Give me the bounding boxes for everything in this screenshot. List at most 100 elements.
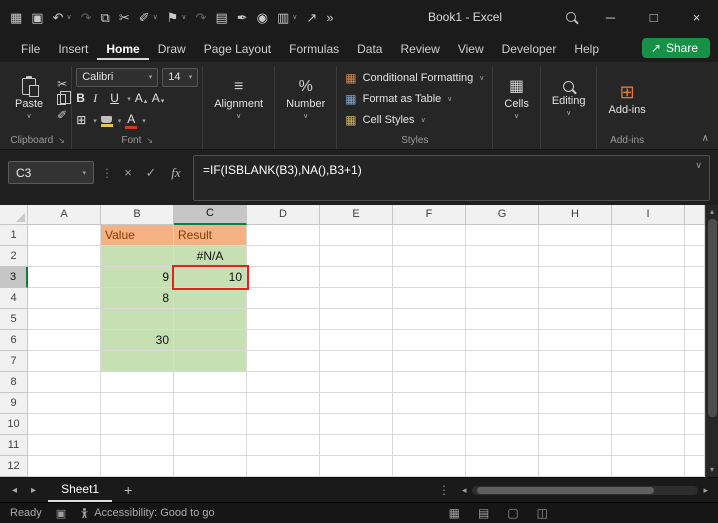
cell-D6[interactable] bbox=[247, 330, 320, 351]
cell-E1[interactable] bbox=[320, 225, 393, 246]
cell-D8[interactable] bbox=[247, 372, 320, 393]
tab-file[interactable]: File bbox=[12, 36, 49, 60]
cell-E4[interactable] bbox=[320, 288, 393, 309]
column-header-F[interactable]: F bbox=[393, 205, 466, 225]
highlighter-icon-dropdown[interactable]: ∨ bbox=[181, 13, 186, 21]
display-settings-icon[interactable]: ▦ bbox=[449, 507, 460, 519]
cell-D7[interactable] bbox=[247, 351, 320, 372]
cell-G11[interactable] bbox=[466, 435, 539, 456]
cell-H6[interactable] bbox=[539, 330, 612, 351]
cell-C2[interactable]: #N/A bbox=[174, 246, 247, 267]
cell-G12[interactable] bbox=[466, 456, 539, 477]
cell-E9[interactable] bbox=[320, 393, 393, 414]
column-header-B[interactable]: B bbox=[101, 205, 174, 225]
redo-icon[interactable]: ↷ bbox=[81, 11, 92, 24]
cells-button[interactable]: ▦ Cells ∨ bbox=[497, 77, 535, 122]
borders-button[interactable]: ⊞ bbox=[76, 114, 89, 127]
cell-C9[interactable] bbox=[174, 393, 247, 414]
cell-G8[interactable] bbox=[466, 372, 539, 393]
hscroll-thumb[interactable] bbox=[476, 486, 654, 494]
ink-pen-icon[interactable]: ✒ bbox=[237, 11, 248, 24]
cell-G3[interactable] bbox=[466, 267, 539, 288]
cancel-icon[interactable]: × bbox=[120, 165, 136, 180]
cell-A5[interactable] bbox=[28, 309, 101, 330]
highlighter-icon[interactable]: ⚑ bbox=[167, 11, 179, 24]
font-color-button[interactable]: A bbox=[125, 113, 138, 129]
format-painter-button[interactable]: ✐ bbox=[57, 109, 67, 121]
cell-B7[interactable] bbox=[101, 351, 174, 372]
save-icon[interactable]: ▣ bbox=[31, 11, 43, 24]
cell-F9[interactable] bbox=[393, 393, 466, 414]
font-color-dropdown-icon[interactable]: ▾ bbox=[142, 117, 146, 125]
cell-C7[interactable] bbox=[174, 351, 247, 372]
sheet-nav-right-icon[interactable]: ▸ bbox=[25, 485, 42, 496]
cell-H9[interactable] bbox=[539, 393, 612, 414]
horizontal-scrollbar[interactable]: ◂ ▸ bbox=[460, 485, 710, 496]
minimize-button[interactable]: ─ bbox=[589, 0, 632, 34]
tab-view[interactable]: View bbox=[449, 36, 493, 60]
record-macro-icon[interactable]: ▣ bbox=[56, 507, 66, 520]
tab-draw[interactable]: Draw bbox=[149, 36, 195, 60]
tab-review[interactable]: Review bbox=[391, 36, 448, 60]
cell-A6[interactable] bbox=[28, 330, 101, 351]
more-commands-icon[interactable]: » bbox=[326, 11, 333, 24]
scroll-up-arrow-icon[interactable]: ▴ bbox=[710, 205, 714, 219]
cell-G10[interactable] bbox=[466, 414, 539, 435]
row-header-2[interactable]: 2 bbox=[0, 246, 28, 267]
cell-G2[interactable] bbox=[466, 246, 539, 267]
app-grid-icon[interactable]: ▦ bbox=[10, 11, 22, 24]
cell-D10[interactable] bbox=[247, 414, 320, 435]
cell-B9[interactable] bbox=[101, 393, 174, 414]
underline-button[interactable]: U bbox=[110, 92, 123, 105]
camera-icon[interactable]: ◉ bbox=[257, 11, 268, 24]
scroll-down-arrow-icon[interactable]: ▾ bbox=[710, 463, 714, 477]
cell-D11[interactable] bbox=[247, 435, 320, 456]
row-header-6[interactable]: 6 bbox=[0, 330, 28, 351]
cell-H11[interactable] bbox=[539, 435, 612, 456]
font-family-select[interactable]: Calibri ▾ bbox=[76, 67, 159, 87]
cell-G7[interactable] bbox=[466, 351, 539, 372]
cell-A10[interactable] bbox=[28, 414, 101, 435]
row-header-1[interactable]: 1 bbox=[0, 225, 28, 246]
fill-color-dropdown-icon[interactable]: ▾ bbox=[118, 117, 122, 125]
cell-C11[interactable] bbox=[174, 435, 247, 456]
cell-I11[interactable] bbox=[612, 435, 685, 456]
cell-B3[interactable]: 9 bbox=[101, 267, 174, 288]
row-header-10[interactable]: 10 bbox=[0, 414, 28, 435]
cell-C5[interactable] bbox=[174, 309, 247, 330]
cell-B4[interactable]: 8 bbox=[101, 288, 174, 309]
format-painter-icon[interactable]: ✐ bbox=[139, 11, 150, 24]
cell-B6[interactable]: 30 bbox=[101, 330, 174, 351]
alignment-button[interactable]: ≡ Alignment ∨ bbox=[207, 77, 270, 122]
cell-H7[interactable] bbox=[539, 351, 612, 372]
styles-button-1[interactable]: ▦ Format as Table ∨ bbox=[341, 89, 488, 109]
cell-F8[interactable] bbox=[393, 372, 466, 393]
formula-input[interactable]: =IF(ISBLANK(B3),NA(),B3+1) ∨ bbox=[193, 155, 710, 201]
sheet-tab-sheet1[interactable]: Sheet1 bbox=[48, 478, 113, 502]
cell-C6[interactable] bbox=[174, 330, 247, 351]
cell-A1[interactable] bbox=[28, 225, 101, 246]
cell-A7[interactable] bbox=[28, 351, 101, 372]
share-arrow-icon[interactable]: ↗ bbox=[306, 11, 317, 24]
cell-I1[interactable] bbox=[612, 225, 685, 246]
column-header-E[interactable]: E bbox=[320, 205, 393, 225]
cell-F7[interactable] bbox=[393, 351, 466, 372]
editing-button[interactable]: Editing ∨ bbox=[545, 79, 593, 119]
cell-C1[interactable]: Result bbox=[174, 225, 247, 246]
fill-color-button[interactable] bbox=[100, 115, 114, 127]
cell-B2[interactable] bbox=[101, 246, 174, 267]
row-header-11[interactable]: 11 bbox=[0, 435, 28, 456]
row-header-7[interactable]: 7 bbox=[0, 351, 28, 372]
undo-icon[interactable]: ↶ bbox=[53, 11, 64, 24]
enter-icon[interactable]: ✓ bbox=[143, 165, 159, 181]
column-header-C[interactable]: C bbox=[174, 205, 247, 225]
cell-H2[interactable] bbox=[539, 246, 612, 267]
increase-font-button[interactable]: A ▴ bbox=[135, 92, 148, 105]
cell-I9[interactable] bbox=[612, 393, 685, 414]
column-header-D[interactable]: D bbox=[247, 205, 320, 225]
underline-dropdown-icon[interactable]: ▾ bbox=[127, 95, 131, 103]
collapse-ribbon-icon[interactable]: ∧ bbox=[702, 133, 709, 144]
cell-C4[interactable] bbox=[174, 288, 247, 309]
cell-F6[interactable] bbox=[393, 330, 466, 351]
cell-I2[interactable] bbox=[612, 246, 685, 267]
